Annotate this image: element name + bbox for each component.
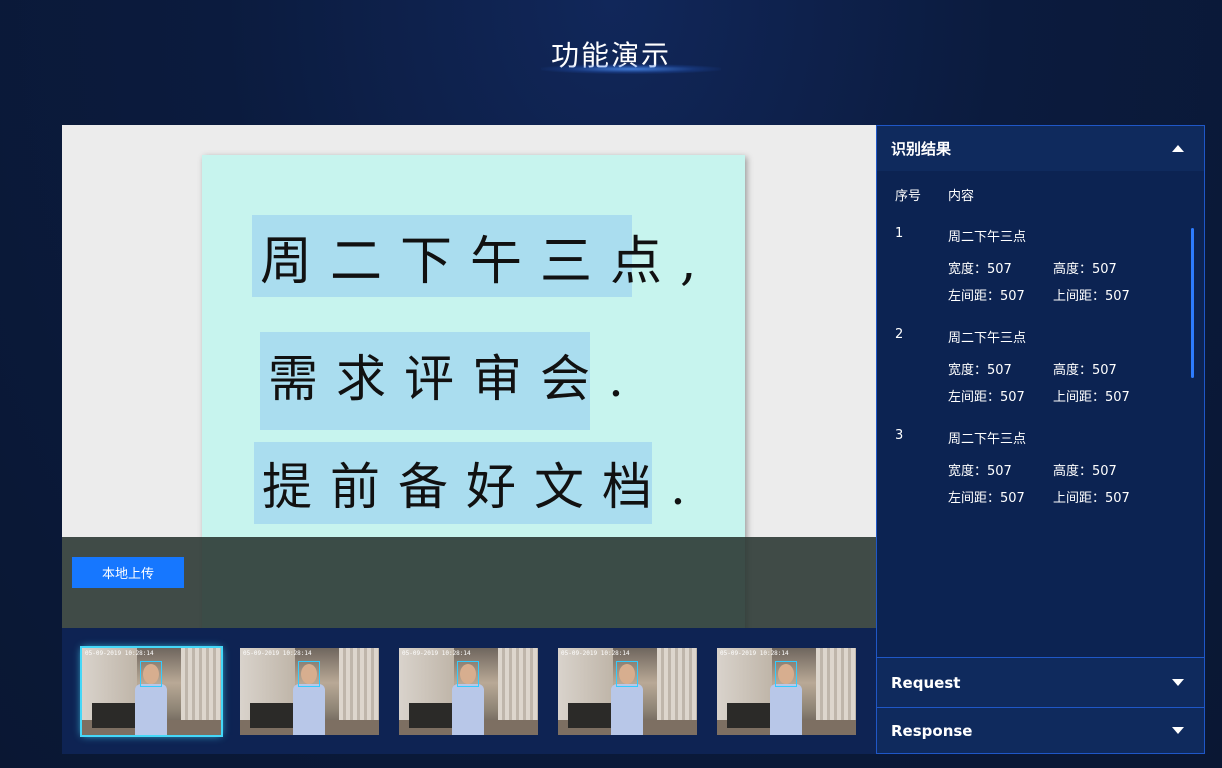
- result-top-offset: 上间距：507: [1053, 491, 1130, 506]
- expand-down-icon[interactable]: [1172, 727, 1184, 734]
- handwritten-line: 提前备好文档.: [262, 458, 704, 516]
- thumbnail-timestamp: 05-09-2019 10:28:14: [243, 650, 312, 657]
- result-top-offset: 上间距：507: [1053, 390, 1130, 405]
- results-section-header[interactable]: 识别结果: [877, 126, 1204, 171]
- thumbnail[interactable]: 05-09-2019 10:28:14: [717, 648, 856, 735]
- face-detection-box: [775, 661, 797, 687]
- result-top-offset: 上间距：507: [1053, 289, 1130, 304]
- result-text: 周二下午三点: [948, 331, 1027, 346]
- face-detection-box: [298, 661, 320, 687]
- thumbnail-timestamp: 05-09-2019 10:28:14: [720, 650, 789, 657]
- demo-page: 功能演示 周二下午三点, 需求评审会. 提前备好文档. 本地上传 05-09-2…: [0, 0, 1222, 768]
- collapse-up-icon[interactable]: [1172, 145, 1184, 152]
- result-left-offset: 左间距：507: [948, 289, 1025, 304]
- result-height: 高度：507: [1053, 262, 1117, 277]
- result-left-offset: 左间距：507: [948, 390, 1025, 405]
- thumbnail-timestamp: 05-09-2019 10:28:14: [561, 650, 630, 657]
- result-left-offset: 左间距：507: [948, 491, 1025, 506]
- result-text: 周二下午三点: [948, 432, 1027, 447]
- title-underline-glow: [541, 64, 721, 74]
- thumbnail[interactable]: 05-09-2019 10:28:14: [558, 648, 697, 735]
- response-section-title: Response: [891, 721, 973, 740]
- results-scrollbar[interactable]: [1191, 228, 1194, 378]
- thumbnail[interactable]: 05-09-2019 10:28:14: [240, 648, 379, 735]
- result-index: 2: [895, 327, 904, 342]
- thumbnail[interactable]: 05-09-2019 10:28:14: [80, 646, 223, 737]
- handwritten-line: 周二下午三点,: [260, 232, 715, 292]
- face-detection-box: [457, 661, 479, 687]
- face-detection-box: [140, 661, 162, 687]
- result-height: 高度：507: [1053, 363, 1117, 378]
- result-height: 高度：507: [1053, 464, 1117, 479]
- expand-down-icon[interactable]: [1172, 679, 1184, 686]
- face-detection-box: [616, 661, 638, 687]
- result-width: 宽度：507: [948, 363, 1012, 378]
- result-text: 周二下午三点: [948, 230, 1027, 245]
- thumbnail[interactable]: 05-09-2019 10:28:14: [399, 648, 538, 735]
- results-sidebar: 识别结果 序号 内容 1 周二下午三点 宽度：507 高度：507 左间距：50…: [876, 125, 1205, 754]
- response-section-header[interactable]: Response: [877, 708, 1204, 753]
- thumbnail-timestamp: 05-09-2019 10:28:14: [85, 650, 154, 657]
- request-section-header[interactable]: Request: [877, 658, 1204, 707]
- result-index: 3: [895, 428, 904, 443]
- result-width: 宽度：507: [948, 464, 1012, 479]
- result-width: 宽度：507: [948, 262, 1012, 277]
- image-preview: 周二下午三点, 需求评审会. 提前备好文档. 本地上传: [62, 125, 876, 628]
- results-list: 序号 内容 1 周二下午三点 宽度：507 高度：507 左间距：507 上间距…: [877, 171, 1204, 658]
- request-section-title: Request: [891, 673, 961, 692]
- preview-control-overlay: [62, 537, 876, 628]
- column-header-index: 序号: [895, 189, 922, 204]
- results-section-title: 识别结果: [891, 140, 952, 158]
- thumbnail-strip: 05-09-2019 10:28:14 05-09-2019 10:28:14 …: [62, 628, 876, 754]
- local-upload-button[interactable]: 本地上传: [72, 557, 184, 588]
- handwritten-line: 需求评审会.: [268, 350, 642, 408]
- result-index: 1: [895, 226, 904, 241]
- column-header-content: 内容: [948, 189, 975, 204]
- thumbnail-timestamp: 05-09-2019 10:28:14: [402, 650, 471, 657]
